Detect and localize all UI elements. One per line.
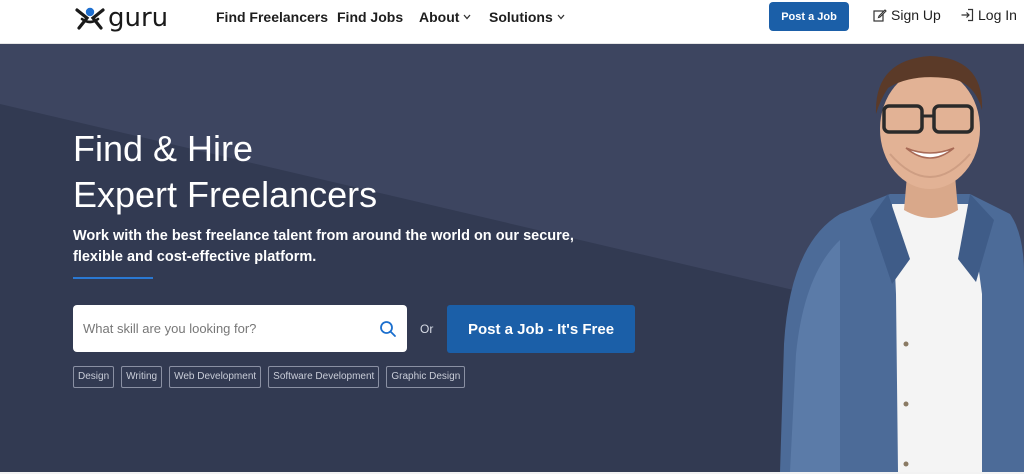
skill-search-box — [73, 305, 407, 352]
tag-software-development[interactable]: Software Development — [268, 366, 380, 388]
nav-solutions-label: Solutions — [489, 9, 553, 25]
log-in-label: Log In — [978, 7, 1017, 23]
popular-skill-tags: Design Writing Web Development Software … — [73, 366, 466, 388]
nav-about-label: About — [419, 9, 460, 25]
hero-section: Find & Hire Expert Freelancers Work with… — [0, 44, 1024, 472]
skill-search-input[interactable] — [83, 321, 379, 336]
nav-solutions[interactable]: Solutions — [489, 9, 565, 25]
hero-subtitle-line-2: flexible and cost-effective platform. — [73, 249, 317, 265]
tag-writing[interactable]: Writing — [121, 366, 163, 388]
tag-web-development[interactable]: Web Development — [169, 366, 262, 388]
nav-find-freelancers-label: Find Freelancers — [216, 9, 329, 25]
guru-logo-icon — [75, 7, 105, 30]
login-icon — [961, 8, 974, 22]
log-in-link[interactable]: Log In — [960, 7, 1017, 23]
top-nav: guru Find Freelancers Find Jobs About So… — [0, 0, 1024, 44]
hero-title-line-2: Expert Freelancers — [73, 174, 378, 215]
post-job-button[interactable]: Post a Job — [769, 2, 849, 31]
edit-icon — [873, 9, 887, 22]
or-separator: Or — [420, 322, 434, 336]
nav-find-jobs[interactable]: Find Jobs — [337, 9, 403, 25]
logo-text: guru — [108, 3, 169, 33]
hero-title-line-1: Find & Hire — [73, 128, 254, 169]
nav-find-freelancers[interactable]: Find Freelancers — [216, 9, 328, 25]
tag-graphic-design[interactable]: Graphic Design — [386, 366, 466, 388]
freelancer-photo — [780, 56, 1024, 472]
nav-about[interactable]: About — [419, 9, 471, 25]
guru-logo[interactable]: guru — [74, 4, 182, 32]
hero-divider — [73, 277, 153, 279]
nav-find-jobs-label: Find Jobs — [337, 9, 404, 25]
hero-title: Find & Hire Expert Freelancers — [73, 126, 377, 218]
chevron-down-icon — [557, 14, 565, 20]
tag-design[interactable]: Design — [73, 366, 115, 388]
post-job-free-button[interactable]: Post a Job - It's Free — [447, 305, 635, 353]
chevron-down-icon — [463, 14, 471, 20]
hero-subtitle: Work with the best freelance talent from… — [73, 226, 593, 268]
sign-up-link[interactable]: Sign Up — [873, 7, 941, 23]
sign-up-label: Sign Up — [891, 7, 941, 23]
hero-subtitle-line-1: Work with the best freelance talent from… — [73, 228, 574, 244]
search-icon[interactable] — [379, 320, 397, 338]
